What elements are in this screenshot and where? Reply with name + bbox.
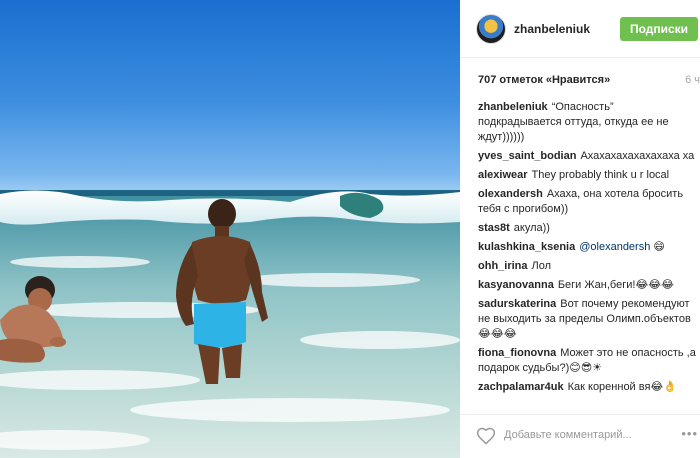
comment-username[interactable]: sadurskaterina [478,298,556,310]
comment-username[interactable]: zachpalamar4uk [478,381,564,393]
comment-text: 😄 [653,241,665,253]
comment-item: kasyanovanna Беги Жан,беги!😂😂😂 [478,278,696,293]
comment-text: They probably think u r local [531,169,670,181]
comment-item: stas8t акула)) [478,221,696,236]
beach-scene-illustration [0,190,460,458]
comment-username[interactable]: kasyanovanna [478,279,554,291]
comment-item: kulashkina_ksenia @olexandersh 😄 [478,240,696,255]
post-time[interactable]: 6 ч [685,74,700,86]
post-photo[interactable] [0,0,460,458]
comment-mention[interactable]: @olexandersh [579,241,650,253]
comment-item: ohh_irina Лол [478,259,696,274]
comment-username[interactable]: alexiwear [478,169,528,181]
comment-text: Ахахахахахахахаха ха [580,150,695,162]
comment-item: olexandersh Ахаха, она хотела бросить теб… [478,187,696,217]
comment-username[interactable]: kulashkina_ksenia [478,241,575,253]
comment-text: Беги Жан,беги!😂😂😂 [557,279,674,291]
author-username[interactable]: zhanbeleniuk [514,22,590,36]
comment-username[interactable]: stas8t [478,222,510,234]
follow-button[interactable]: Подписки [620,17,698,41]
comment-item: sadurskaterina Вот почему рекомендуют не … [478,297,696,342]
avatar[interactable] [476,14,506,44]
likes-count[interactable]: 707 отметок «Нравится» [478,74,610,86]
comment-item: fiona_fionovna Может это не опасность ,а … [478,346,696,376]
post-header: zhanbeleniuk Подписки [460,0,700,58]
comment-username[interactable]: ohh_irina [478,260,528,272]
comment-item: zachpalamar4uk Как коренной вя😂👌 [478,380,696,395]
comment-item: zhanbeleniuk “Опасность” подкрадывается о… [478,100,696,145]
comments-list: zhanbeleniuk “Опасность” подкрадывается о… [478,100,696,412]
comment-username[interactable]: fiona_fionovna [478,347,556,359]
heart-icon[interactable] [476,426,496,446]
post-side-panel: zhanbeleniuk Подписки 707 отметок «Нрави… [460,0,700,458]
comment-item: alexiwear They probably think u r local [478,168,696,183]
comment-username[interactable]: yves_saint_bodian [478,150,576,162]
more-options-icon[interactable]: ••• [681,426,698,441]
likes-row: 707 отметок «Нравится» 6 ч [478,74,700,90]
comment-username[interactable]: olexandersh [478,188,543,200]
add-comment-input[interactable]: Добавьте комментарий... [504,429,632,441]
post-footer: Добавьте комментарий... ••• [460,414,700,458]
comment-text: Лол [531,260,552,272]
comment-username[interactable]: zhanbeleniuk [478,101,548,113]
comment-item: yves_saint_bodian Ахахахахахахахаха ха [478,149,696,164]
comment-text: акула)) [513,222,550,234]
comment-text: Как коренной вя😂👌 [567,381,677,393]
